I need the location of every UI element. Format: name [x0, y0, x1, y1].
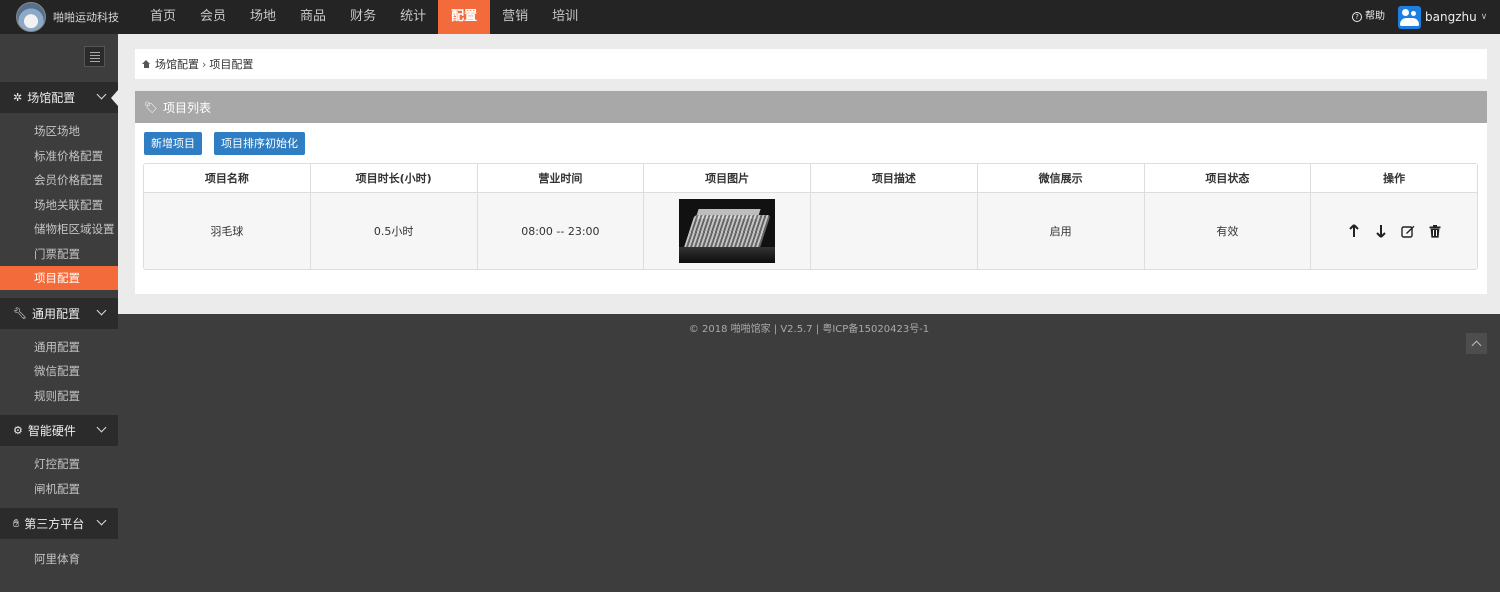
home-icon	[142, 60, 151, 68]
sidebar-group-label: 场馆配置	[27, 91, 76, 105]
sidebar-item-general[interactable]: 通用配置	[0, 335, 118, 359]
help-label: 帮助	[1365, 11, 1385, 22]
sidebar-item-project-config[interactable]: 项目配置	[0, 266, 118, 290]
sidebar-item-tickets[interactable]: 门票配置	[0, 242, 118, 266]
panel-header: 🏷︎ 项目列表	[135, 91, 1487, 123]
sidebar-group-label: 智能硬件	[27, 424, 76, 438]
help-link[interactable]: ? 帮助	[1352, 0, 1385, 34]
sidebar-group-label: 第三方平台	[24, 517, 85, 531]
username: bangzhu	[1425, 10, 1477, 24]
user-menu[interactable]: bangzhu ∨	[1398, 5, 1487, 29]
nav-item-statistics[interactable]: 统计	[388, 0, 438, 34]
sidebar-group-venue-config[interactable]: ✲ 场馆配置	[0, 82, 118, 113]
nav-item-marketing[interactable]: 营销	[490, 0, 540, 34]
panel-title: 项目列表	[162, 100, 211, 115]
nav-item-venues[interactable]: 场地	[238, 0, 288, 34]
column-header-duration: 项目时长(小时)	[311, 164, 478, 192]
column-header-description: 项目描述	[811, 164, 978, 192]
sidebar-group-smart-hardware[interactable]: ⚙︎ 智能硬件	[0, 415, 118, 446]
nav-item-finance[interactable]: 财务	[338, 0, 388, 34]
project-image[interactable]	[679, 199, 776, 263]
cell-duration: 0.5小时	[311, 193, 478, 269]
nav-item-home[interactable]: 首页	[138, 0, 188, 34]
user-avatar-icon	[1398, 5, 1421, 29]
cell-wechat: 启用	[978, 193, 1145, 269]
wrench-icon: 🔧︎	[13, 307, 27, 320]
sidebar-group-third-party[interactable]: ✋︎ 第三方平台	[0, 508, 118, 539]
nav-item-config[interactable]: 配置	[438, 0, 491, 34]
cell-actions	[1311, 193, 1477, 269]
cell-hours: 08:00 -- 23:00	[478, 193, 645, 269]
brand-name: 啪啪运动科技	[53, 11, 119, 24]
chevron-down-icon	[96, 422, 107, 433]
sidebar: ✲ 场馆配置 场区场地 标准价格配置 会员价格配置 场地关联配置 储物柜区域设置…	[0, 34, 118, 592]
sidebar-item-light-control[interactable]: 灯控配置	[0, 452, 118, 476]
table-header: 项目名称 项目时长(小时) 营业时间 项目图片 项目描述 微信展示 项目状态 操…	[144, 164, 1477, 193]
gear-icon: ⚙︎	[13, 424, 23, 437]
sidebar-group-label: 通用配置	[31, 307, 80, 321]
sidebar-item-member-price[interactable]: 会员价格配置	[0, 168, 118, 192]
tags-icon: 🏷︎	[144, 100, 158, 114]
sidebar-item-court-link[interactable]: 场地关联配置	[0, 193, 118, 217]
table-row: 羽毛球 0.5小时 08:00 -- 23:00 启用 有效	[144, 193, 1477, 269]
move-up-icon[interactable]	[1347, 224, 1361, 238]
cell-image	[644, 193, 811, 269]
sidebar-item-standard-price[interactable]: 标准价格配置	[0, 144, 118, 168]
column-header-name: 项目名称	[144, 164, 311, 192]
top-bar: 啪啪运动科技 首页 会员 场地 商品 财务 统计 配置 营销 培训 ? 帮助 b…	[0, 0, 1500, 34]
chevron-down-icon	[96, 305, 107, 316]
brand-logo	[16, 2, 46, 32]
sidebar-group-general-config[interactable]: 🔧︎ 通用配置	[0, 298, 118, 329]
chevron-down-icon	[96, 515, 107, 526]
main-nav: 首页 会员 场地 商品 财务 统计 配置 营销 培训	[138, 0, 590, 34]
help-icon: ?	[1352, 12, 1362, 22]
nav-item-products[interactable]: 商品	[288, 0, 338, 34]
sidebar-item-court-areas[interactable]: 场区场地	[0, 119, 118, 143]
breadcrumb-parent[interactable]: 场馆配置	[155, 56, 199, 72]
edit-icon[interactable]	[1400, 224, 1415, 238]
column-header-actions: 操作	[1383, 172, 1406, 185]
cell-status: 有效	[1145, 193, 1312, 269]
nav-item-members[interactable]: 会员	[188, 0, 238, 34]
chevron-down-icon: ∨	[1480, 12, 1488, 22]
menu-toggle-icon[interactable]	[84, 46, 105, 67]
brand[interactable]: 啪啪运动科技	[16, 2, 119, 32]
handshake-icon: ✋︎	[13, 516, 20, 530]
cell-description	[811, 193, 978, 269]
chevron-down-icon	[96, 89, 107, 100]
column-header-status: 项目状态	[1145, 164, 1312, 192]
project-list-panel: 🏷︎ 项目列表 新增项目 项目排序初始化 项目名称 项目时长(小时) 营业时间 …	[135, 91, 1487, 294]
sidebar-item-rules[interactable]: 规则配置	[0, 384, 118, 408]
column-header-wechat: 微信展示	[978, 164, 1145, 192]
active-group-pointer	[111, 90, 118, 106]
move-down-icon[interactable]	[1374, 224, 1388, 238]
cogs-icon: ✲	[13, 91, 23, 104]
add-project-button[interactable]: 新增项目	[144, 132, 202, 155]
footer-copyright: © 2018 啪啪馆家 | V2.5.7 | 粤ICP备15020423号-1	[688, 324, 930, 335]
back-to-top-icon[interactable]	[1466, 333, 1487, 354]
reset-order-button[interactable]: 项目排序初始化	[214, 132, 305, 155]
column-header-hours: 营业时间	[478, 164, 645, 192]
trash-icon[interactable]	[1428, 224, 1442, 238]
breadcrumb: 场馆配置 › 项目配置	[135, 49, 1487, 79]
column-header-image: 项目图片	[644, 164, 811, 192]
sidebar-item-ali-sports[interactable]: 阿里体育	[0, 547, 118, 571]
project-table: 项目名称 项目时长(小时) 营业时间 项目图片 项目描述 微信展示 项目状态 操…	[143, 163, 1478, 270]
sidebar-item-wechat[interactable]: 微信配置	[0, 359, 118, 383]
cell-name: 羽毛球	[144, 193, 311, 269]
nav-item-training[interactable]: 培训	[540, 0, 590, 34]
sidebar-item-gate[interactable]: 闸机配置	[0, 477, 118, 501]
sidebar-item-locker-area[interactable]: 储物柜区域设置	[0, 217, 118, 241]
breadcrumb-separator: ›	[202, 57, 207, 71]
breadcrumb-current: 项目配置	[209, 58, 254, 71]
